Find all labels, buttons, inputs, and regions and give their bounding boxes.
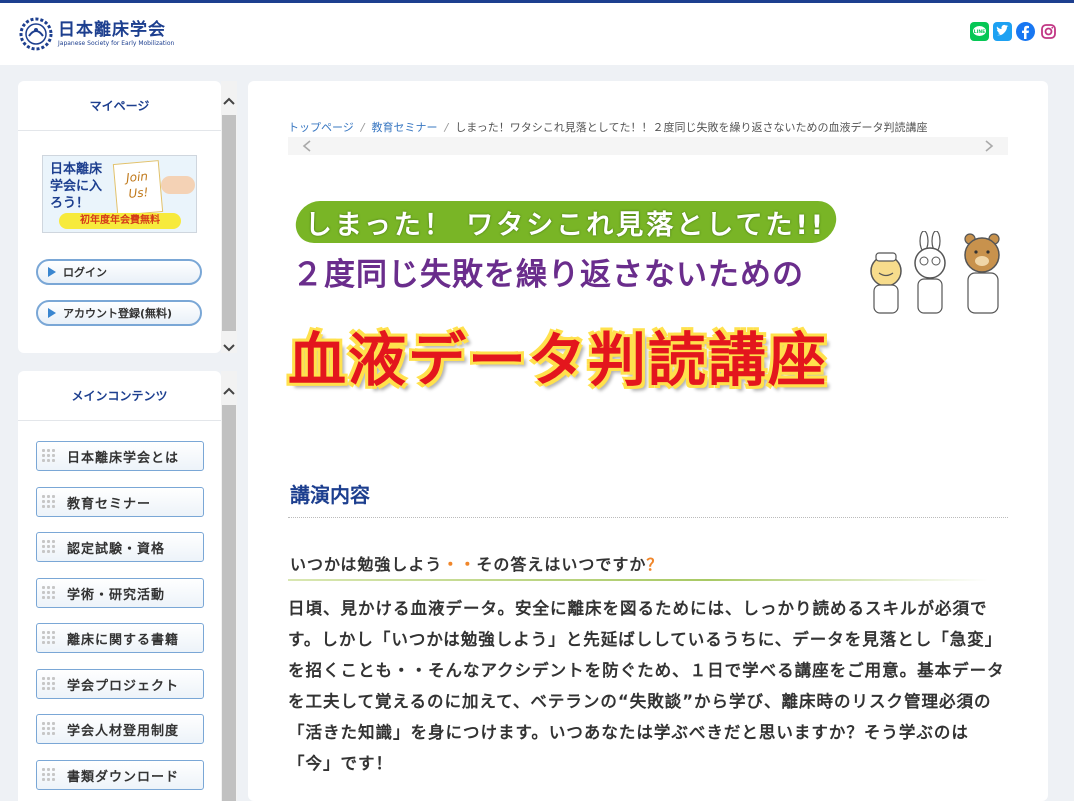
scrollbar-thumb[interactable] <box>222 115 236 331</box>
breadcrumb-separator: / <box>360 121 365 134</box>
breadcrumb-separator: / <box>444 121 449 134</box>
mascot-characters-icon <box>870 231 1000 314</box>
main-content: トップページ / 教育セミナー / しまった！ワタシこれ見落としてた！！２度同じ失敗を繰… <box>248 81 1048 801</box>
main-contents-scrollbar[interactable] <box>221 371 237 801</box>
scroll-right-icon[interactable] <box>984 140 994 152</box>
grid-dots-icon <box>41 767 57 783</box>
mypage-scrollbar[interactable] <box>221 81 237 353</box>
mypage-panel: マイページ 日本離床学会に入ろう！ Join Us! 初年度年会費無料 ログイン… <box>18 81 221 353</box>
breadcrumb-category[interactable]: 教育セミナー <box>372 121 438 134</box>
menu-item-label: 日本離床学会とは <box>67 450 180 466</box>
site-logo[interactable]: 日本離床学会 Japanese Society for Early Mobili… <box>18 16 174 52</box>
twitter-icon[interactable] <box>993 22 1012 41</box>
grid-dots-icon <box>41 539 57 555</box>
site-header: 日本離床学会 Japanese Society for Early Mobili… <box>0 3 1074 65</box>
pointing-hand-icon <box>161 176 195 194</box>
line-icon[interactable]: LINE <box>970 22 989 41</box>
login-label: ログイン <box>63 266 107 279</box>
menu-item-research[interactable]: 学術・研究活動 <box>36 578 204 608</box>
menu-item-label: 書類ダウンロード <box>67 769 180 785</box>
divider <box>288 517 1008 518</box>
breadcrumb-home[interactable]: トップページ <box>288 121 354 134</box>
join-banner-text: 日本離床学会に入ろう！ <box>50 162 103 211</box>
join-banner[interactable]: 日本離床学会に入ろう！ Join Us! 初年度年会費無料 <box>42 155 197 233</box>
grid-dots-icon <box>41 721 57 737</box>
login-button[interactable]: ログイン <box>36 259 202 285</box>
grid-dots-icon <box>41 448 57 464</box>
scroll-left-icon[interactable] <box>302 140 312 152</box>
main-contents-panel: メインコンテンツ 日本離床学会とは 教育セミナー 認定試験・資格 学術・研究活動… <box>18 371 221 801</box>
menu-item-label: 教育セミナー <box>67 496 152 512</box>
menu-item-label: 離床に関する書籍 <box>67 632 180 648</box>
logo-name-en: Japanese Society for Early Mobilization <box>58 40 175 47</box>
main-contents-title: メインコンテンツ <box>18 371 221 421</box>
menu-item-label: 学会プロジェクト <box>67 678 180 694</box>
menu-item-downloads[interactable]: 書類ダウンロード <box>36 760 204 790</box>
menu-item-seminar[interactable]: 教育セミナー <box>36 487 204 517</box>
svg-text:LINE: LINE <box>974 29 985 35</box>
grid-dots-icon <box>41 676 57 692</box>
banner-line2: ２度同じ失敗を繰り返さないための <box>292 257 804 293</box>
breadcrumb-scrollbar[interactable] <box>288 137 1008 155</box>
section-subtitle: いつかは勉強しよう・・その答えはいつですか？ <box>290 555 664 574</box>
register-label: アカウント登録(無料) <box>63 307 173 320</box>
play-arrow-icon <box>48 267 56 277</box>
breadcrumb-current: しまった！ワタシこれ見落としてた！！２度同じ失敗を繰り返さないための血液データ判… <box>455 121 928 134</box>
join-banner-free: 初年度年会費無料 <box>59 213 181 229</box>
join-banner-card: Join Us! <box>112 160 164 216</box>
menu-item-projects[interactable]: 学会プロジェクト <box>36 669 204 699</box>
subtitle-underline <box>288 579 988 581</box>
body-paragraph: 日頃、見かける血液データ。安全に離床を図るためには、しっかり読めるスキルが必須で… <box>288 599 1005 773</box>
menu-item-recruit[interactable]: 学会人材登用制度 <box>36 714 204 744</box>
sns-links: LINE <box>970 22 1058 41</box>
play-arrow-icon <box>48 308 56 318</box>
menu-item-label: 学術・研究活動 <box>67 587 166 603</box>
menu-item-books[interactable]: 離床に関する書籍 <box>36 623 204 653</box>
scrollbar-thumb[interactable] <box>222 405 236 801</box>
facebook-icon[interactable] <box>1016 22 1035 41</box>
scroll-up-icon[interactable] <box>223 386 235 398</box>
menu-item-label: 認定試験・資格 <box>67 541 166 557</box>
instagram-icon[interactable] <box>1039 22 1058 41</box>
mypage-title: マイページ <box>18 81 221 131</box>
register-button[interactable]: アカウント登録(無料) <box>36 300 202 326</box>
grid-dots-icon <box>41 630 57 646</box>
seminar-banner: しまった！ ワタシこれ見落としてた!! ２度同じ失敗を繰り返さないための 血液デ… <box>288 193 1012 403</box>
banner-line1: しまった！ ワタシこれ見落としてた!! <box>293 201 839 243</box>
scroll-down-icon[interactable] <box>223 341 235 353</box>
grid-dots-icon <box>41 494 57 510</box>
menu-item-about[interactable]: 日本離床学会とは <box>36 441 204 471</box>
breadcrumb: トップページ / 教育セミナー / しまった！ワタシこれ見落としてた！！２度同じ失敗を繰… <box>288 119 927 135</box>
menu-item-certification[interactable]: 認定試験・資格 <box>36 532 204 562</box>
logo-emblem-icon <box>19 17 53 51</box>
menu-item-label: 学会人材登用制度 <box>67 723 180 739</box>
section-title: 講演内容 <box>290 483 370 507</box>
scroll-up-icon[interactable] <box>223 96 235 108</box>
logo-name-jp: 日本離床学会 <box>58 20 166 40</box>
grid-dots-icon <box>41 585 57 601</box>
banner-line3: 血液データ判読講座 <box>288 326 829 394</box>
